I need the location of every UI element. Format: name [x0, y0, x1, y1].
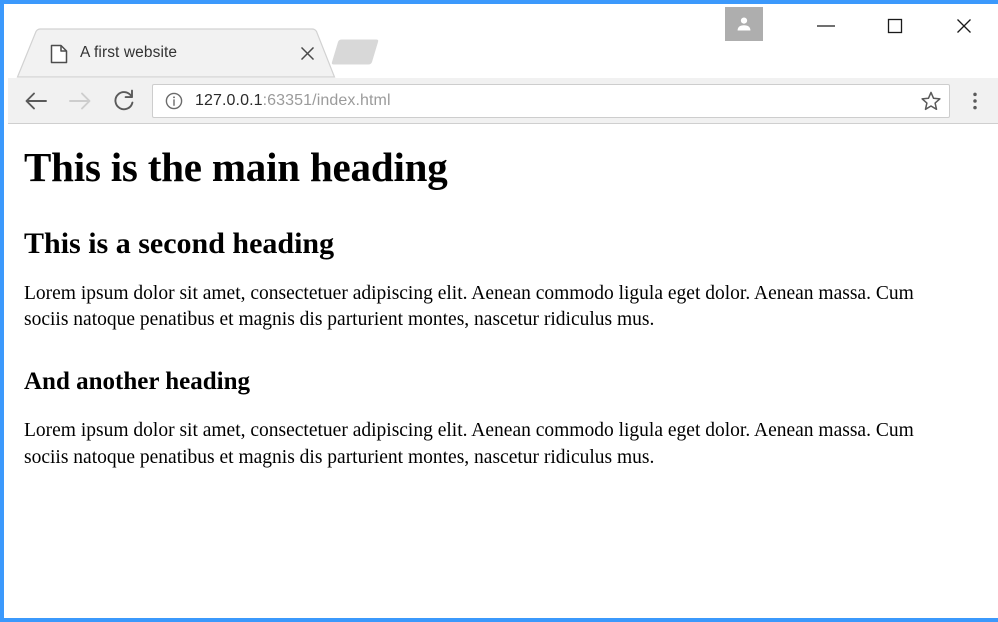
- new-tab-icon: [331, 39, 379, 65]
- browser-window: A first website 127.0.0.1:63351/index.ht…: [0, 0, 998, 622]
- page-viewport: This is the main heading This is a secon…: [8, 124, 998, 618]
- url-text: 127.0.0.1:63351/index.html: [195, 92, 916, 110]
- page-paragraph-two: Lorem ipsum dolor sit amet, consectetuer…: [24, 420, 914, 469]
- reload-button[interactable]: [102, 78, 146, 124]
- star-outline-icon: [921, 91, 941, 110]
- page-content: This is the main heading This is a secon…: [8, 144, 998, 472]
- bookmark-button[interactable]: [916, 86, 946, 116]
- minimize-button[interactable]: [791, 4, 860, 48]
- maximize-icon: [887, 18, 902, 34]
- close-icon[interactable]: [296, 42, 318, 64]
- tab-contents: A first website: [50, 28, 322, 78]
- person-avatar-icon: [737, 17, 751, 31]
- profile-avatar-button[interactable]: [725, 7, 763, 41]
- info-circle-icon[interactable]: [165, 92, 183, 110]
- forward-button[interactable]: [58, 78, 102, 124]
- tab-a-first-website[interactable]: A first website: [16, 28, 336, 78]
- url-host: 127.0.0.1: [195, 91, 263, 109]
- window-controls: [725, 4, 998, 48]
- browser-toolbar: 127.0.0.1:63351/index.html: [8, 78, 998, 124]
- page-main-heading: This is the main heading: [24, 144, 448, 190]
- three-dots-vertical-icon: [973, 92, 977, 109]
- close-window-button[interactable]: [929, 4, 998, 48]
- reload-icon: [114, 89, 134, 110]
- page-second-heading: This is a second heading: [24, 226, 335, 260]
- arrow-left-icon: [25, 92, 47, 109]
- titlebar: A first website: [8, 4, 998, 78]
- close-icon: [956, 19, 971, 33]
- tab-title: A first website: [80, 44, 178, 61]
- back-button[interactable]: [14, 78, 58, 124]
- url-path: :63351/index.html: [262, 91, 391, 109]
- browser-menu-button[interactable]: [956, 78, 994, 124]
- arrow-right-icon: [69, 92, 91, 109]
- page-third-heading: And another heading: [24, 368, 250, 396]
- minimize-icon: [816, 25, 835, 27]
- page-document-icon: [50, 44, 68, 64]
- maximize-button[interactable]: [860, 4, 929, 48]
- page-paragraph-one: Lorem ipsum dolor sit amet, consectetuer…: [24, 282, 914, 331]
- address-bar[interactable]: 127.0.0.1:63351/index.html: [152, 83, 950, 118]
- new-tab-button[interactable]: [326, 38, 384, 66]
